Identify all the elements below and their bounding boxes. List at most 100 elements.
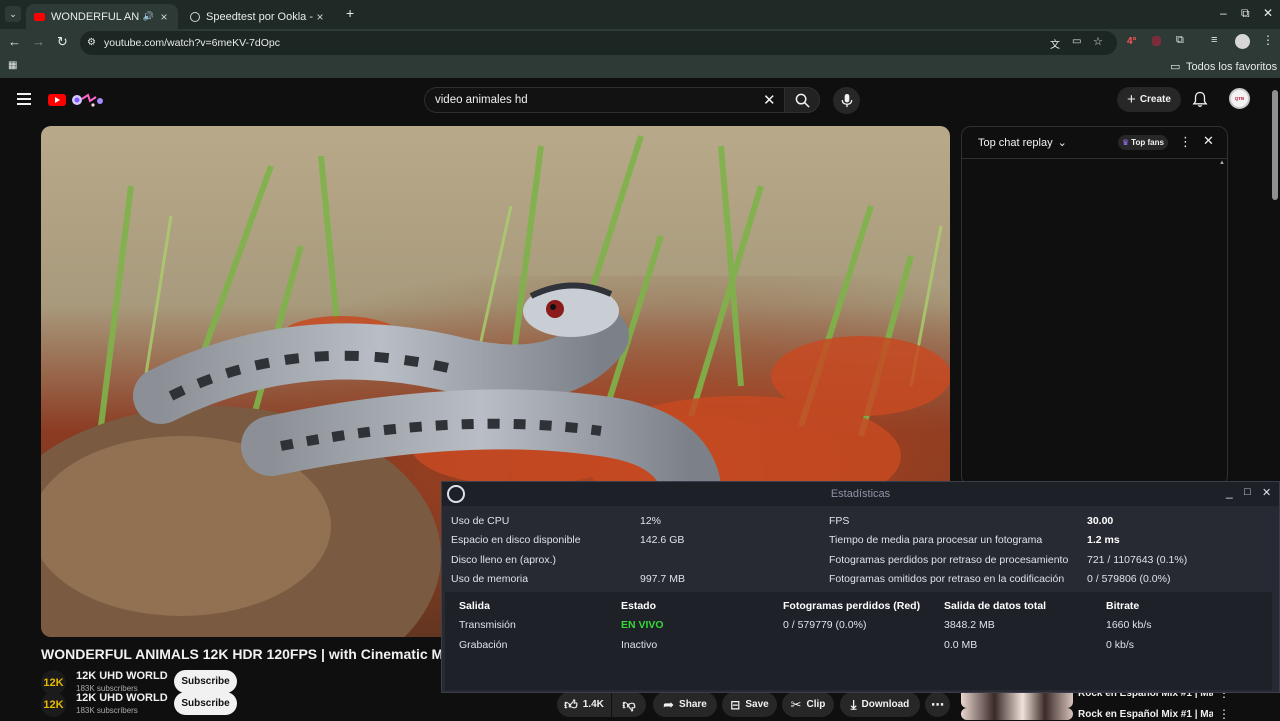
tab-speedtest[interactable]: Speedtest por Ookla - La prueba de veloc… [182, 4, 334, 29]
site-info-icon[interactable]: ⚙ [87, 37, 96, 48]
speedtest-favicon-icon [190, 11, 200, 22]
clip-label: Clip [806, 699, 826, 710]
obs-title-bar[interactable]: Estadísticas _ □ ✕ [442, 482, 1279, 506]
back-arrow-icon[interactable]: ← [8, 34, 21, 49]
related-more-icon[interactable]: ⋮ [1218, 707, 1230, 721]
stat-label: Fotogramas omitidos por retraso en la co… [829, 573, 1065, 585]
youtube-logo[interactable] [48, 91, 108, 109]
more-actions-button[interactable]: ⋯ [925, 692, 950, 717]
search-query: video animales hd [435, 94, 528, 106]
obs-minimize-icon[interactable]: _ [1226, 485, 1233, 499]
new-tab-button[interactable]: + [346, 5, 354, 21]
voice-search-button[interactable] [833, 87, 860, 114]
media-control-icon[interactable]: ≡ [1211, 34, 1217, 46]
search-input[interactable]: video animales hd ✕ [424, 87, 784, 113]
cast-icon[interactable]: ▭ [1072, 36, 1081, 47]
chat-scroll-up-icon[interactable]: ▲ [1219, 160, 1225, 166]
stat-value: 997.7 MB [640, 573, 685, 585]
create-label: Create [1139, 94, 1171, 105]
close-window-icon[interactable]: ✕ [1263, 6, 1273, 20]
channel-name[interactable]: 12K UHD WORLD [76, 692, 168, 704]
stat-label: Uso de memoria [451, 573, 529, 585]
table-cell: 1660 kb/s [1106, 619, 1152, 631]
top-fans-chip[interactable]: ♛ Top fans [1118, 135, 1168, 150]
table-header: Estado [621, 600, 657, 612]
extension-icon[interactable] [1152, 36, 1161, 46]
minimize-icon[interactable]: – [1220, 6, 1227, 20]
stat-value: 30.00 [1087, 515, 1114, 527]
crown-icon: ♛ [1122, 138, 1130, 147]
tab-youtube[interactable]: WONDERFUL ANIMALS 12K HDR 120FPS | with … [26, 4, 178, 29]
stat-value: 0 / 579806 (0.0%) [1087, 573, 1171, 585]
clear-search-icon[interactable]: ✕ [763, 91, 776, 109]
thumbs-up-icon: 👍︎ [564, 696, 578, 712]
share-button[interactable]: ➦ Share [653, 692, 717, 717]
reload-icon[interactable]: ↻ [57, 34, 68, 50]
table-cell: 0 / 579779 (0.0%) [783, 619, 867, 631]
translate-icon[interactable]: 文 [1050, 36, 1060, 51]
stat-label: Disco lleno en (aprox.) [451, 554, 557, 566]
tab-search-button[interactable]: ⌄ [5, 6, 21, 22]
stat-value: 721 / 1107643 (0.1%) [1087, 554, 1188, 566]
account-avatar[interactable]: QTB [1229, 88, 1250, 109]
obs-close-icon[interactable]: ✕ [1262, 486, 1271, 499]
create-button[interactable]: + Create [1117, 87, 1181, 112]
bell-icon [1192, 91, 1208, 107]
search-button[interactable] [784, 87, 820, 113]
stat-label: Tiempo de media para procesar un fotogra… [829, 534, 1043, 546]
subscribe-button[interactable]: Subscribe [174, 692, 237, 715]
like-button[interactable]: 👍︎ 1.4K [557, 692, 611, 717]
subscribe-button[interactable]: Subscribe [174, 670, 237, 693]
youtube-logo-icon [48, 93, 103, 107]
table-cell: 0.0 MB [944, 639, 978, 651]
browser-menu-icon[interactable]: ⋮ [1262, 33, 1274, 47]
all-bookmarks-link[interactable]: Todos los favoritos [1186, 61, 1277, 73]
channel-avatar[interactable]: 12K [41, 692, 66, 717]
page-scrollbar[interactable] [1272, 90, 1278, 200]
maximize-icon[interactable]: ⧉ [1241, 6, 1250, 21]
stat-value: 142.6 GB [640, 534, 685, 546]
stat-label: Espacio en disco disponible [451, 534, 581, 546]
account-avatar-text: QTB [1234, 96, 1245, 101]
apps-grid-icon[interactable]: ▦ [8, 60, 17, 71]
hamburger-menu-icon[interactable] [17, 93, 31, 105]
download-button[interactable]: ⤓ Download [840, 692, 920, 717]
chat-mode-dropdown[interactable]: Top chat replay ⌄ [978, 136, 1067, 149]
obs-stats-window: Estadísticas _ □ ✕ Uso de CPU 12% Espaci… [441, 481, 1280, 693]
audio-playing-icon[interactable]: 🔊 [143, 11, 154, 22]
live-chat-panel: Top chat replay ⌄ ♛ Top fans ⋮ ✕ ▲ [961, 126, 1228, 486]
obs-window-title: Estadísticas [830, 488, 891, 500]
chat-menu-icon[interactable]: ⋮ [1179, 134, 1192, 150]
table-cell: 3848.2 MB [944, 619, 995, 631]
obs-maximize-icon[interactable]: □ [1244, 486, 1251, 498]
status-inactive: Inactivo [621, 639, 658, 651]
clip-button[interactable]: ✂ Clip [782, 692, 834, 717]
stat-value: 1.2 ms [1087, 534, 1120, 546]
tab-close-icon[interactable]: × [314, 10, 326, 24]
channel-name[interactable]: 12K UHD WORLD [76, 670, 168, 682]
profile-avatar[interactable] [1235, 34, 1250, 49]
plus-icon: + [1127, 91, 1136, 108]
subscriber-count: 183K subscribers [76, 706, 138, 715]
table-cell: Transmisión [459, 619, 516, 631]
stat-value: 12% [640, 515, 662, 527]
related-video-thumbnail[interactable] [961, 708, 1073, 720]
tab-close-icon[interactable]: × [158, 10, 170, 24]
save-button[interactable]: ⊟ Save [722, 692, 777, 717]
extensions-puzzle-icon[interactable]: ⧉ [1176, 34, 1184, 47]
video-title: WONDERFUL ANIMALS 12K HDR 120FPS | with … [41, 646, 446, 662]
address-bar[interactable]: ⚙ youtube.com/watch?v=6meKV-7dOpc 文 ▭ ☆ [80, 31, 1117, 55]
forward-arrow-icon[interactable]: → [32, 34, 45, 49]
bookmarks-bar: ▦ ▭ Todos los favoritos [0, 56, 1280, 78]
bookmark-star-icon[interactable]: ☆ [1093, 35, 1103, 48]
extension-badge[interactable]: 4° [1127, 36, 1137, 47]
dislike-button[interactable]: 👎︎ [612, 692, 646, 717]
chevron-down-icon: ⌄ [9, 8, 17, 19]
related-video-title[interactable]: Rock en Español Mix #1 | Maná, [1078, 709, 1213, 720]
notifications-button[interactable] [1192, 91, 1208, 108]
more-horizontal-icon: ⋯ [931, 696, 944, 712]
microphone-icon [841, 93, 852, 108]
close-chat-icon[interactable]: ✕ [1203, 133, 1214, 149]
download-icon: ⤓ [850, 696, 857, 712]
stat-label: Fotogramas perdidos por retraso de proce… [829, 554, 1069, 566]
